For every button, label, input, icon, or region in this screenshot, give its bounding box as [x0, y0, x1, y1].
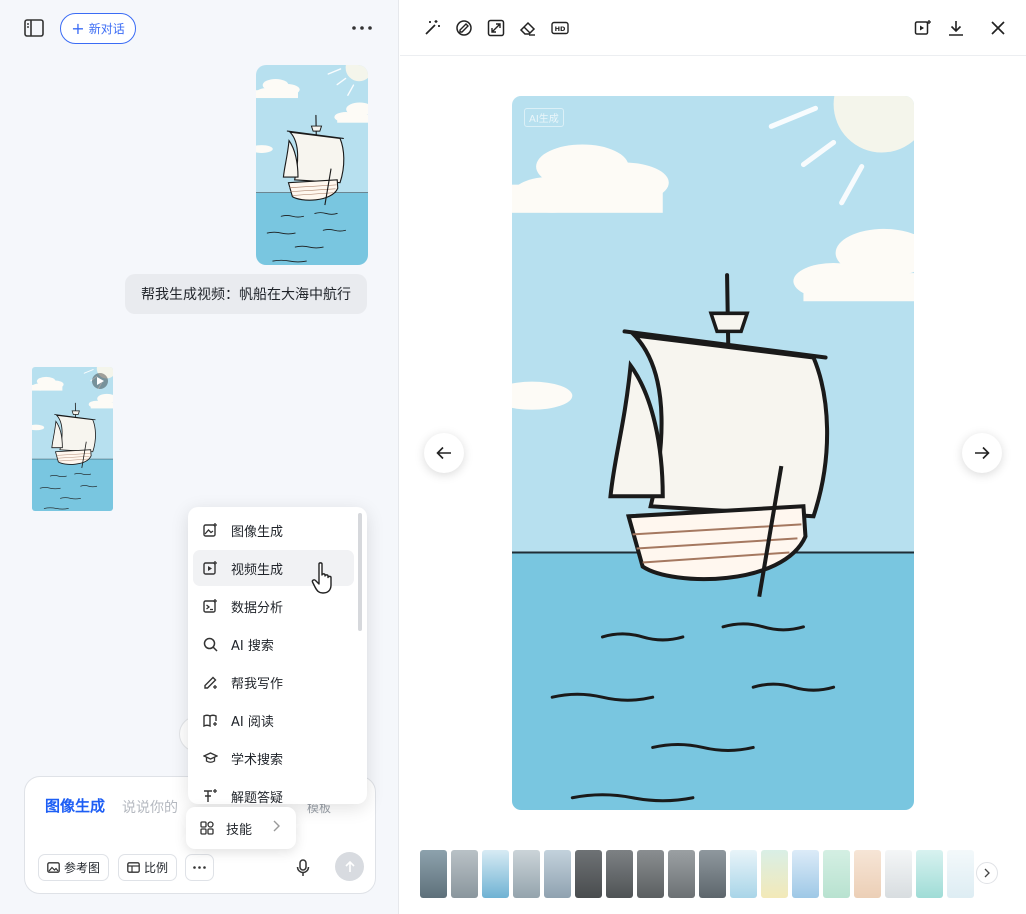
svg-text:HD: HD — [555, 25, 566, 33]
thumbnail[interactable] — [482, 850, 509, 898]
microphone-icon[interactable] — [291, 856, 315, 880]
menu-item-problem-solving[interactable]: 解题答疑 — [193, 778, 354, 804]
ai-watermark: AI生成 — [524, 108, 564, 127]
prompt-input[interactable]: 说说你的 — [122, 797, 178, 817]
thumbnail[interactable] — [823, 850, 850, 898]
ellipsis-icon — [193, 866, 206, 869]
thumbnail[interactable] — [947, 850, 974, 898]
close-icon[interactable] — [987, 17, 1009, 39]
menu-item-label: 帮我写作 — [231, 676, 284, 692]
thumbnail[interactable] — [668, 850, 695, 898]
thumbnail[interactable] — [451, 850, 478, 898]
menu-item-academic-search[interactable]: 学术搜索 — [193, 740, 354, 776]
ai-search-icon — [202, 636, 218, 652]
thumbnail[interactable] — [792, 850, 819, 898]
brush-edit-icon[interactable] — [453, 17, 475, 39]
skills-label: 技能 — [226, 822, 253, 838]
more-options-icon[interactable] — [348, 16, 376, 40]
expand-icon[interactable] — [485, 17, 507, 39]
mode-label: 图像生成 — [45, 797, 106, 815]
menu-item-label: AI 阅读 — [231, 714, 274, 730]
hand-cursor-icon — [311, 561, 335, 599]
download-icon[interactable] — [945, 17, 967, 39]
problem-solving-icon — [202, 788, 218, 804]
new-chat-label: 新对话 — [88, 22, 125, 36]
menu-item-label: 数据分析 — [231, 600, 284, 616]
sidebar-toggle-icon[interactable] — [22, 16, 46, 40]
arrow-left-icon — [436, 446, 451, 460]
generated-video-thumbnail[interactable] — [32, 367, 113, 511]
thumbnail[interactable] — [885, 850, 912, 898]
video-gen-icon — [202, 560, 218, 576]
menu-item-writing[interactable]: 帮我写作 — [193, 664, 354, 700]
video-icon[interactable] — [912, 17, 934, 39]
send-button[interactable] — [335, 852, 364, 881]
menu-item-label: 图像生成 — [231, 524, 284, 540]
previous-image-button[interactable] — [424, 433, 464, 473]
menu-scrollbar[interactable] — [358, 513, 362, 631]
user-uploaded-image[interactable] — [256, 65, 368, 265]
thumbnail-next-button[interactable] — [976, 862, 998, 884]
thumbnail[interactable] — [854, 850, 881, 898]
user-message-text: 帮我生成视频：帆船在大海中航行 — [141, 287, 351, 303]
menu-item-ai-search[interactable]: AI 搜索 — [193, 626, 354, 662]
thumbnail[interactable] — [544, 850, 571, 898]
thumbnail[interactable] — [699, 850, 726, 898]
thumbnail[interactable] — [575, 850, 602, 898]
menu-item-label: 解题答疑 — [231, 790, 284, 805]
arrow-up-icon — [344, 860, 355, 872]
plus-icon: + — [71, 18, 85, 38]
grid-icon — [200, 821, 214, 835]
data-analysis-icon — [202, 598, 218, 614]
menu-item-label: 学术搜索 — [231, 752, 284, 768]
chevron-right-icon — [984, 868, 990, 878]
play-icon[interactable] — [92, 373, 108, 389]
chevron-right-icon — [273, 820, 280, 832]
menu-item-label: AI 搜索 — [231, 638, 274, 654]
reading-icon — [202, 712, 218, 728]
thumbnail[interactable] — [916, 850, 943, 898]
menu-item-ai-reading[interactable]: AI 阅读 — [193, 702, 354, 738]
ratio-icon — [127, 862, 140, 873]
arrow-right-icon — [975, 446, 990, 460]
thumbnail[interactable] — [761, 850, 788, 898]
thumbnail[interactable] — [513, 850, 540, 898]
writing-icon — [202, 674, 218, 690]
next-image-button[interactable] — [962, 433, 1002, 473]
academic-icon — [202, 750, 218, 766]
thumbnail-strip — [420, 850, 980, 898]
main-preview-image[interactable]: AI生成 — [512, 96, 914, 810]
more-skills-button[interactable] — [185, 854, 214, 881]
aspect-ratio-button[interactable]: 比例 — [118, 854, 178, 881]
thumbnail[interactable] — [637, 850, 664, 898]
skills-button[interactable]: 技能 — [186, 807, 296, 849]
image-gen-icon — [202, 522, 218, 538]
new-chat-button[interactable]: + 新对话 — [60, 13, 136, 44]
chat-panel: + 新对话 帮我生成视频：帆船在大海中航行 图像生成 说说你的 模板 参考图 比… — [0, 0, 399, 914]
image-icon — [47, 862, 60, 873]
skill-dropdown-menu: 图像生成 视频生成 数据分析 AI 搜索 帮我写作 AI 阅读 学术搜索 解题答… — [188, 507, 367, 804]
eraser-icon[interactable] — [517, 17, 539, 39]
reference-image-button[interactable]: 参考图 — [38, 854, 110, 881]
menu-item-image-generation[interactable]: 图像生成 — [193, 512, 354, 548]
reference-image-label: 参考图 — [64, 861, 101, 875]
hd-icon[interactable]: HD — [549, 17, 571, 39]
thumbnail[interactable] — [606, 850, 633, 898]
image-viewer: HD AI生成 — [400, 0, 1026, 914]
aspect-ratio-label: 比例 — [144, 861, 169, 875]
viewer-toolbar: HD — [400, 0, 1026, 56]
magic-wand-icon[interactable] — [421, 17, 443, 39]
thumbnail[interactable] — [730, 850, 757, 898]
user-message-bubble: 帮我生成视频：帆船在大海中航行 — [125, 274, 367, 314]
thumbnail[interactable] — [420, 850, 447, 898]
menu-item-label: 视频生成 — [231, 562, 284, 578]
